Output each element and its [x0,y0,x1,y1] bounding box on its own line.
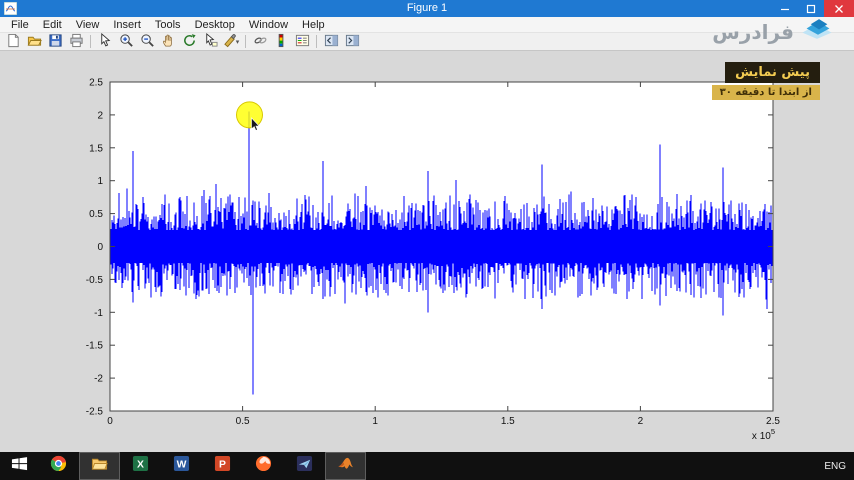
insert-colorbar-icon [274,33,289,51]
foxit-reader-icon [255,455,272,477]
taskbar-start[interactable] [0,452,38,480]
figure-window-icon [4,2,17,15]
faradars-logo-icon [800,16,836,48]
y-tick-label: -0.5 [86,275,104,286]
close-button[interactable] [824,0,854,17]
menu-tools[interactable]: Tools [148,19,188,31]
matlab-icon [337,455,354,477]
taskbar-file-explorer[interactable] [79,452,120,480]
taskbar-matlab[interactable] [325,452,366,480]
taskbar-word[interactable]: W [161,452,202,480]
y-tick-label: -1.5 [86,341,104,352]
chrome-icon [50,455,67,477]
pan-button[interactable] [158,34,178,50]
cursor-highlight [236,101,263,129]
open-file-icon [27,33,42,51]
save-figure-icon [48,33,63,51]
y-tick-label: 0 [97,242,103,253]
excel-icon: X [132,455,149,477]
toolbar-separator [245,35,246,48]
x-tick-label: 0.5 [236,416,250,427]
x-tick-label: 2 [638,416,644,427]
figure-canvas: 0 0.5 1 1.5 2 2.5 -2.5 -2 -1.5 -1 -0.5 0 0.5 1 1.5 2 2.5… [0,51,854,452]
hide-plot-tools-button[interactable] [321,34,341,50]
link-plots-button[interactable] [250,34,270,50]
toolbar-separator [316,35,317,48]
titlebar[interactable]: Figure 1 [0,0,854,17]
y-tick-label: -2 [94,374,103,385]
maximize-button[interactable] [798,0,824,17]
svg-text:X: X [137,459,144,470]
menu-help[interactable]: Help [295,19,332,31]
x-tick-label: 2.5 [766,416,780,427]
data-cursor-icon [203,32,218,51]
svg-text:W: W [177,459,187,470]
y-tick-label: 2 [97,110,103,121]
show-plot-tools-button[interactable] [342,34,362,50]
taskbar: X W P ENG [0,452,854,480]
rotate-3d-button[interactable] [179,33,199,51]
insert-legend-button[interactable] [292,34,312,50]
faradars-logo: فرادرس [712,16,836,48]
x-tick-label: 0 [107,416,113,427]
faradars-logo-text: فرادرس [712,20,794,44]
print-figure-button[interactable] [66,33,86,51]
zoom-in-icon [119,33,134,51]
pan-icon [161,33,176,51]
new-figure-button[interactable] [3,33,23,51]
brush-button[interactable]: ▾ [221,33,241,50]
minimize-button[interactable] [772,0,798,17]
window-controls [772,0,854,17]
window-title: Figure 1 [406,2,448,14]
rotate-3d-icon [182,33,197,51]
x-tick-label: 1.5 [501,416,515,427]
insert-legend-icon [295,33,310,51]
mail-icon [296,455,313,477]
taskbar-excel[interactable]: X [120,452,161,480]
preview-subtitle-badge: از ابتدا تا دقیقه ۳۰ [711,85,820,100]
taskbar-mail[interactable] [284,452,325,480]
open-file-button[interactable] [24,34,44,50]
y-tick-label: -2.5 [86,407,104,418]
hide-plot-tools-icon [324,33,339,51]
zoom-out-button[interactable] [137,33,157,51]
menu-insert[interactable]: Insert [106,19,148,31]
menu-desktop[interactable]: Desktop [188,19,242,31]
start-icon [11,455,28,477]
save-figure-button[interactable] [45,33,65,51]
link-plots-icon [253,33,268,51]
zoom-out-icon [140,33,155,51]
insert-colorbar-button[interactable] [271,33,291,51]
zoom-in-button[interactable] [116,33,136,51]
taskbar-chrome[interactable] [38,452,79,480]
print-figure-icon [69,33,84,51]
menu-edit[interactable]: Edit [36,19,69,31]
show-plot-tools-icon [345,33,360,51]
word-icon: W [173,455,190,477]
x-tick-label: 1 [372,416,378,427]
file-explorer-icon [91,455,108,477]
edit-plot-button[interactable] [95,32,115,51]
y-tick-label: 2.5 [89,78,103,89]
svg-text:P: P [219,459,226,470]
y-tick-label: 1.5 [89,143,103,154]
brush-dropdown-icon[interactable]: ▾ [236,38,240,46]
new-figure-icon [6,33,21,51]
y-tick-label: -1 [94,308,103,319]
taskbar-foxit-reader[interactable] [243,452,284,480]
x-axis-scale-label: x 105 [752,427,775,442]
taskbar-powerpoint[interactable]: P [202,452,243,480]
edit-plot-icon [98,32,113,51]
menu-window[interactable]: Window [242,19,295,31]
data-cursor-button[interactable] [200,32,220,51]
language-indicator[interactable]: ENG [824,452,846,480]
menu-file[interactable]: File [4,19,36,31]
y-tick-label: 1 [97,176,103,187]
powerpoint-icon: P [214,455,231,477]
y-tick-label: 0.5 [89,209,103,220]
toolbar-separator [90,35,91,48]
preview-badge: پیش نمایش [725,62,820,83]
plot-axes[interactable]: 0 0.5 1 1.5 2 2.5 -2.5 -2 -1.5 -1 -0.5 0 0.5 1 1.5 2 2.5… [0,51,854,452]
menu-view[interactable]: View [69,19,107,31]
